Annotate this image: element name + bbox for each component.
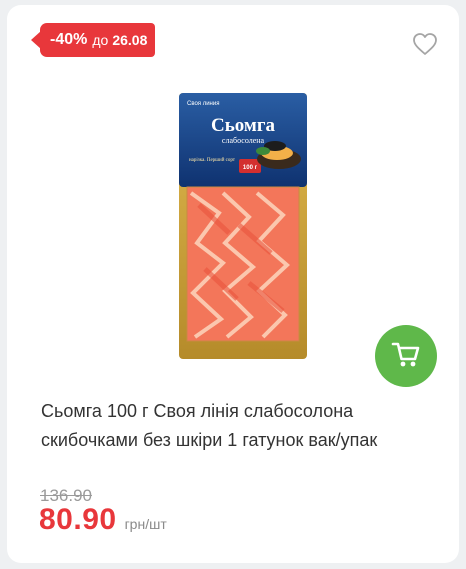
add-to-cart-button[interactable] [375,325,437,387]
current-price: 80.90 [39,503,117,536]
package-brand: Своя линия [187,101,219,107]
discount-badge: -40% до 26.08 [30,23,156,57]
price-row: 80.90 грн/шт [39,503,167,537]
product-card[interactable]: -40% до 26.08 Своя линия Сьомга слабосол… [7,5,459,563]
product-title[interactable]: Сьомга 100 г Своя лінія слабосолона скиб… [41,397,433,455]
price-unit: грн/шт [124,516,167,532]
package-weight: 100 г [243,165,258,171]
discount-percent: -40% [50,31,88,48]
heart-outline-icon[interactable] [411,31,439,57]
discount-until-label: до [92,32,109,48]
package-caption: нарізка. Перший сорт [189,158,236,163]
discount-date: 26.08 [112,32,148,48]
cart-icon [391,340,421,373]
package-title: Сьомга [211,115,275,136]
package-subtitle: слабосолена [222,136,265,145]
product-image[interactable]: Своя линия Сьомга слабосолена нарізка. П… [179,93,307,359]
